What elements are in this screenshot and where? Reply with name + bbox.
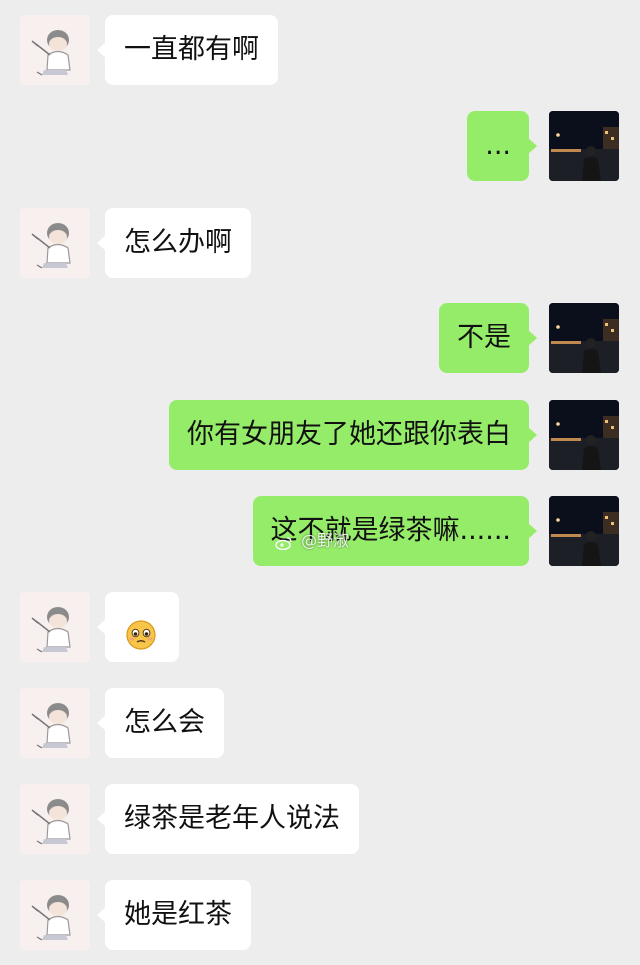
bubble-tail	[528, 427, 537, 443]
message-bubble[interactable]: 你有女朋友了她还跟你表白	[169, 400, 537, 470]
contact-avatar[interactable]	[20, 688, 90, 758]
contact-avatar[interactable]	[20, 15, 90, 85]
message-bubble[interactable]: 怎么会	[97, 688, 224, 758]
message-bubble[interactable]: 不是	[439, 303, 537, 373]
message-text: 不是	[457, 322, 511, 353]
contact-avatar[interactable]	[20, 784, 90, 854]
message-text: 怎么办啊	[124, 227, 232, 258]
user-avatar[interactable]	[549, 400, 619, 470]
woozy-face-emoji	[124, 609, 158, 650]
message-bubble[interactable]	[97, 592, 179, 662]
bubble-tail	[528, 138, 537, 154]
message-text: 你有女朋友了她还跟你表白	[187, 419, 511, 450]
watermark: @野淑	[275, 527, 349, 551]
message-bubble[interactable]: 她是红茶	[97, 880, 251, 950]
bubble-tail	[97, 811, 106, 827]
chat-screen: 一直都有啊 ... 怎么办啊 不是 你有女朋友了她还跟你表白 这不就是绿茶嘛..…	[0, 0, 640, 965]
bubble-tail	[528, 330, 537, 346]
user-avatar[interactable]	[549, 496, 619, 566]
contact-avatar[interactable]	[20, 880, 90, 950]
message-text: ...	[485, 130, 511, 161]
message-bubble[interactable]: 绿茶是老年人说法	[97, 784, 359, 854]
message-text: 一直都有啊	[124, 34, 259, 65]
message-text: 绿茶是老年人说法	[124, 803, 340, 834]
bubble-tail	[97, 235, 106, 251]
user-avatar[interactable]	[549, 111, 619, 181]
contact-avatar[interactable]	[20, 208, 90, 278]
message-bubble[interactable]: 一直都有啊	[97, 15, 278, 85]
bubble-tail	[528, 523, 537, 539]
message-text: 她是红茶	[124, 899, 232, 930]
bubble-tail	[97, 715, 106, 731]
watermark-text: @野淑	[301, 531, 350, 550]
message-bubble[interactable]: ...	[467, 111, 537, 181]
message-text: 怎么会	[124, 707, 205, 738]
bubble-tail	[97, 42, 106, 58]
bubble-tail	[97, 907, 106, 923]
weibo-logo-icon	[275, 535, 293, 550]
message-bubble[interactable]: 怎么办啊	[97, 208, 251, 278]
user-avatar[interactable]	[549, 303, 619, 373]
contact-avatar[interactable]	[20, 592, 90, 662]
bubble-tail	[97, 619, 106, 635]
